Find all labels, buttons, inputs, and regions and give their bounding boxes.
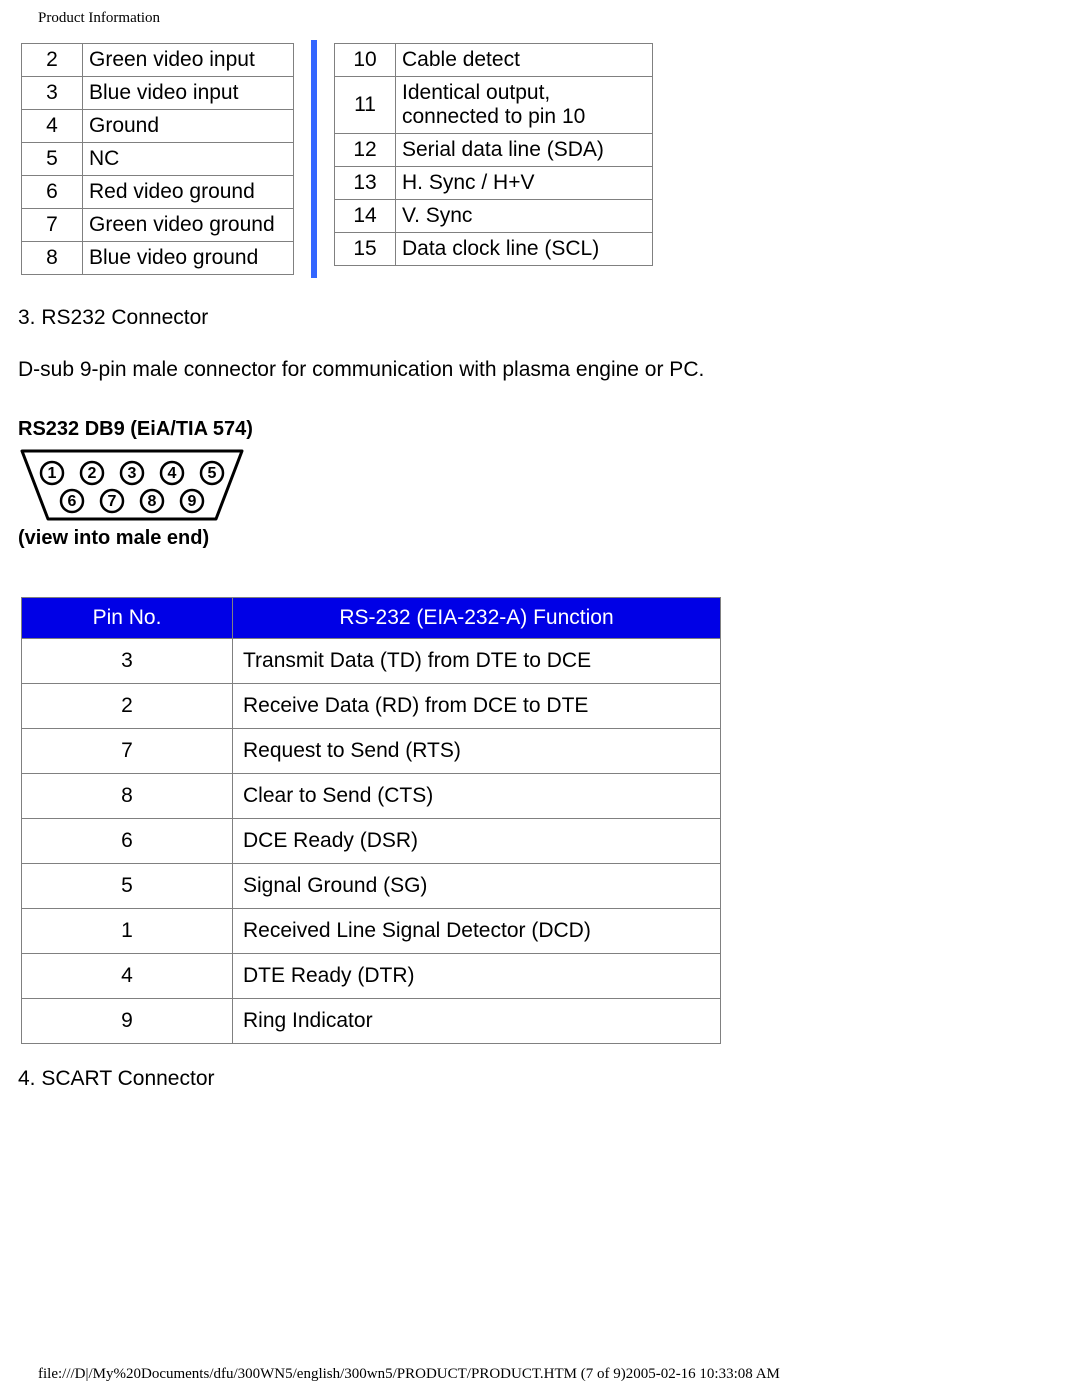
- db9-pin-label: 4: [168, 465, 177, 482]
- vga-pin-tables: 2 Green video input 3 Blue video input 4…: [18, 40, 1062, 278]
- db9-pin-label: 8: [148, 493, 157, 510]
- rs232-func: Received Line Signal Detector (DCD): [233, 909, 721, 954]
- rs232-func: Transmit Data (TD) from DTE to DCE: [233, 639, 721, 684]
- pin-number: 10: [335, 44, 396, 77]
- table-row: 14 V. Sync: [335, 200, 653, 233]
- table-row: 3Transmit Data (TD) from DTE to DCE: [22, 639, 721, 684]
- table-separator: [311, 40, 317, 278]
- rs232-pin: 1: [22, 909, 233, 954]
- rs232-pin: 8: [22, 774, 233, 819]
- pin-desc: NC: [83, 143, 294, 176]
- rs232-pin: 4: [22, 954, 233, 999]
- table-row: 2Receive Data (RD) from DCE to DTE: [22, 684, 721, 729]
- db9-pin-label: 1: [48, 465, 57, 482]
- db9-diagram: RS232 DB9 (EiA/TIA 574) 1 2 3 4 5 6 7 8 …: [18, 418, 278, 550]
- pin-desc: Green video ground: [83, 209, 294, 242]
- pin-desc: Green video input: [83, 44, 294, 77]
- pin-number: 7: [22, 209, 83, 242]
- pin-number: 11: [335, 77, 396, 134]
- table-row: 7 Green video ground: [22, 209, 294, 242]
- pin-number: 4: [22, 110, 83, 143]
- rs232-func: Signal Ground (SG): [233, 864, 721, 909]
- pin-number: 2: [22, 44, 83, 77]
- table-row: 11 Identical output, connected to pin 10: [335, 77, 653, 134]
- pin-desc: Blue video input: [83, 77, 294, 110]
- pin-number: 15: [335, 233, 396, 266]
- table-row: 4DTE Ready (DTR): [22, 954, 721, 999]
- rs232-func: Ring Indicator: [233, 999, 721, 1044]
- table-row: 6DCE Ready (DSR): [22, 819, 721, 864]
- db9-pin-label: 7: [108, 493, 117, 510]
- pin-desc: Data clock line (SCL): [396, 233, 653, 266]
- rs232-func: DCE Ready (DSR): [233, 819, 721, 864]
- db9-label-top: RS232 DB9 (EiA/TIA 574): [18, 418, 278, 441]
- table-row: 15 Data clock line (SCL): [335, 233, 653, 266]
- pin-number: 14: [335, 200, 396, 233]
- pin-desc: V. Sync: [396, 200, 653, 233]
- db9-pin-label: 9: [188, 493, 197, 510]
- footer-path: file:///D|/My%20Documents/dfu/300WN5/eng…: [38, 1366, 780, 1383]
- rs232-pin: 3: [22, 639, 233, 684]
- rs232-func: Clear to Send (CTS): [233, 774, 721, 819]
- db9-label-bottom: (view into male end): [18, 527, 278, 550]
- db9-pin-label: 3: [128, 465, 137, 482]
- rs232-pin: 9: [22, 999, 233, 1044]
- pin-desc: Cable detect: [396, 44, 653, 77]
- section-heading-scart: 4. SCART Connector: [18, 1067, 1062, 1091]
- db9-pin-label: 6: [68, 493, 77, 510]
- db9-pin-label: 5: [208, 465, 217, 482]
- rs232-func: DTE Ready (DTR): [233, 954, 721, 999]
- rs232-pin: 5: [22, 864, 233, 909]
- page-content: 2 Green video input 3 Blue video input 4…: [18, 40, 1062, 1091]
- pin-desc: Ground: [83, 110, 294, 143]
- pin-desc: Blue video ground: [83, 242, 294, 275]
- pin-number: 6: [22, 176, 83, 209]
- table-row: 5 NC: [22, 143, 294, 176]
- pin-number: 5: [22, 143, 83, 176]
- table-row: 8 Blue video ground: [22, 242, 294, 275]
- rs232-pin: 6: [22, 819, 233, 864]
- table-row: 3 Blue video input: [22, 77, 294, 110]
- vga-pin-table-left: 2 Green video input 3 Blue video input 4…: [21, 43, 294, 275]
- pin-number: 8: [22, 242, 83, 275]
- table-row: 8Clear to Send (CTS): [22, 774, 721, 819]
- pin-desc: Identical output, connected to pin 10: [396, 77, 653, 134]
- section-heading-rs232: 3. RS232 Connector: [18, 306, 1062, 330]
- rs232-head-pin: Pin No.: [22, 598, 233, 639]
- rs232-pin: 2: [22, 684, 233, 729]
- section-body-rs232: D-sub 9-pin male connector for communica…: [18, 358, 1062, 382]
- table-row: 2 Green video input: [22, 44, 294, 77]
- db9-connector-icon: 1 2 3 4 5 6 7 8 9: [18, 447, 246, 523]
- rs232-func: Receive Data (RD) from DCE to DTE: [233, 684, 721, 729]
- db9-pin-label: 2: [88, 465, 97, 482]
- rs232-function-table: Pin No. RS-232 (EIA-232-A) Function 3Tra…: [21, 597, 721, 1044]
- table-row: 9Ring Indicator: [22, 999, 721, 1044]
- table-row: 4 Ground: [22, 110, 294, 143]
- table-row: 5Signal Ground (SG): [22, 864, 721, 909]
- pin-number: 12: [335, 134, 396, 167]
- table-row: 7Request to Send (RTS): [22, 729, 721, 774]
- rs232-head-func: RS-232 (EIA-232-A) Function: [233, 598, 721, 639]
- pin-desc: Serial data line (SDA): [396, 134, 653, 167]
- rs232-pin: 7: [22, 729, 233, 774]
- table-row: 6 Red video ground: [22, 176, 294, 209]
- pin-number: 13: [335, 167, 396, 200]
- rs232-func: Request to Send (RTS): [233, 729, 721, 774]
- table-row: 1Received Line Signal Detector (DCD): [22, 909, 721, 954]
- pin-number: 3: [22, 77, 83, 110]
- table-row: 13 H. Sync / H+V: [335, 167, 653, 200]
- vga-pin-table-right: 10 Cable detect 11 Identical output, con…: [334, 43, 653, 266]
- table-row: 10 Cable detect: [335, 44, 653, 77]
- pin-desc: H. Sync / H+V: [396, 167, 653, 200]
- table-row: 12 Serial data line (SDA): [335, 134, 653, 167]
- page-title: Product Information: [38, 10, 160, 27]
- pin-desc: Red video ground: [83, 176, 294, 209]
